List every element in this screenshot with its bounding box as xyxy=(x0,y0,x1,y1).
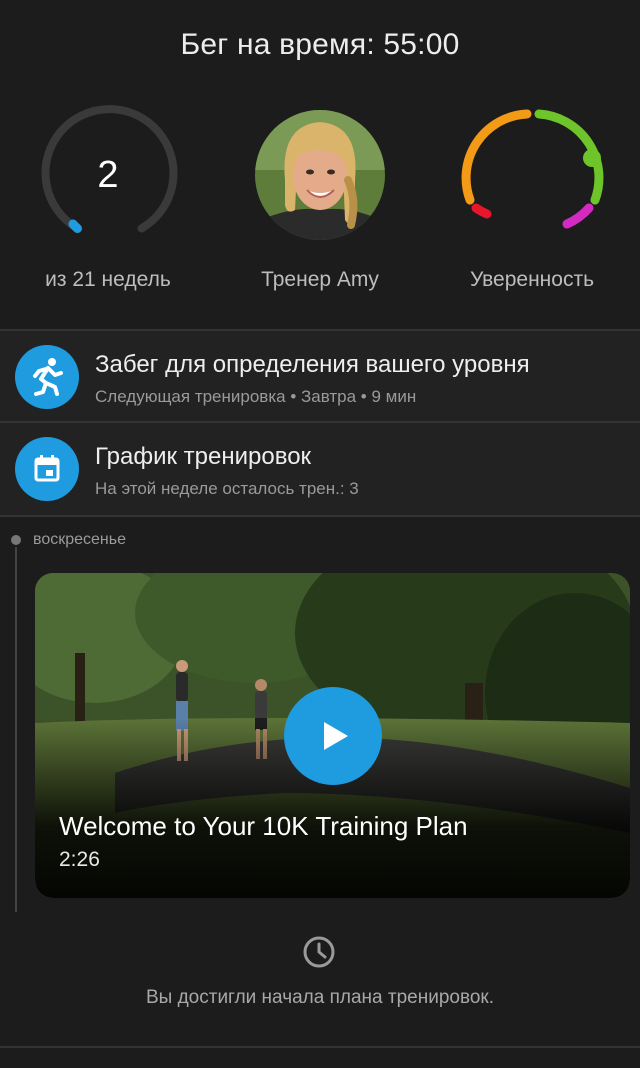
weeks-progress[interactable]: 2 из 21 недель xyxy=(3,100,213,291)
confidence[interactable]: Уверенность xyxy=(427,100,637,291)
current-week: 2 xyxy=(97,154,119,196)
play-button[interactable] xyxy=(284,687,382,785)
calendar-icon xyxy=(15,437,79,501)
level-run-row[interactable]: Забег для определения вашего уровня След… xyxy=(0,331,640,423)
row-title: График тренировок xyxy=(95,443,312,470)
row-subtitle: На этой неделе осталось трен.: 3 xyxy=(95,479,359,498)
play-icon xyxy=(324,722,348,750)
video-card[interactable]: Welcome to Your 10K Training Plan 2:26 xyxy=(35,573,630,898)
coach-caption: Тренер Amy xyxy=(261,268,379,291)
plan-stats: 2 из 21 недель Тренер Amy Уверенность xyxy=(0,100,640,310)
video-title: Welcome to Your 10K Training Plan xyxy=(59,811,468,841)
confidence-ring xyxy=(461,109,604,229)
running-icon xyxy=(15,345,79,409)
day-label: воскресенье xyxy=(33,531,126,548)
video-duration: 2:26 xyxy=(59,848,100,871)
confidence-caption: Уверенность xyxy=(469,268,595,291)
plan-start-message: Вы достигли начала плана тренировок. xyxy=(145,987,494,1008)
row-title: Забег для определения вашего уровня xyxy=(95,351,530,378)
divider xyxy=(0,1046,640,1048)
coach-avatar xyxy=(255,110,385,240)
schedule-row[interactable]: График тренировок На этой неделе осталос… xyxy=(0,423,640,515)
row-subtitle: Следующая тренировка • Завтра • 9 мин xyxy=(95,387,417,406)
timeline-dot xyxy=(11,535,21,545)
clock-icon xyxy=(303,936,335,968)
timeline-line xyxy=(15,547,17,912)
plan-title: Бег на время: 55:00 xyxy=(180,28,460,61)
weeks-caption: из 21 недель xyxy=(45,268,171,291)
divider xyxy=(0,515,640,517)
